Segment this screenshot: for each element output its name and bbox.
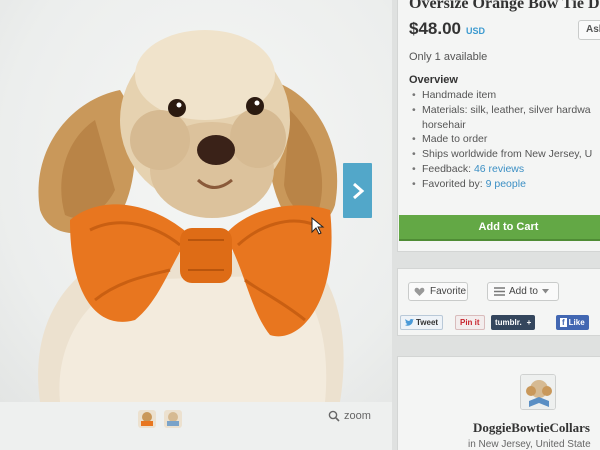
facebook-f-icon: f	[560, 318, 567, 327]
shop-avatar[interactable]	[520, 374, 556, 410]
twitter-bird-icon	[405, 318, 414, 326]
image-gallery: zoom	[0, 0, 392, 450]
facebook-like-button[interactable]: f Like	[556, 315, 589, 330]
overview-item-made-to-order: Made to order	[409, 132, 600, 147]
currency: USD	[466, 26, 486, 36]
overview-item-materials-cont: horsehair	[422, 118, 466, 131]
favorite-label: Favorite	[430, 286, 467, 297]
favorited-people-link[interactable]: 9 people	[486, 178, 526, 190]
dog-with-bow-image	[38, 30, 344, 402]
add-to-label: Add to	[509, 286, 538, 297]
price: $48.00	[409, 19, 461, 38]
zoom-button[interactable]: zoom	[328, 410, 371, 422]
shop-location: in New Jersey, United State	[468, 439, 591, 450]
like-label: Like	[568, 318, 585, 327]
thumbnail-2[interactable]	[164, 410, 182, 428]
chevron-right-icon	[352, 182, 364, 199]
reviews-link[interactable]: 46 reviews	[474, 163, 524, 175]
shop-name-link[interactable]: DoggieBowtieCollars	[473, 420, 590, 436]
ask-question-button[interactable]: Ask	[578, 20, 600, 40]
availability-text: Only 1 available	[409, 51, 488, 63]
magnifier-icon	[328, 410, 340, 422]
list-icon	[494, 287, 505, 296]
feedback-label: Feedback:	[422, 162, 472, 175]
tumblr-label: tumblr.	[495, 318, 522, 327]
listing-title: Oversize Orange Bow Tie Dog	[409, 0, 600, 12]
plus-icon: +	[526, 318, 532, 327]
next-image-button[interactable]	[343, 163, 372, 218]
overview-item-handmade: Handmade item	[409, 88, 600, 103]
thumbnail-strip	[138, 410, 182, 428]
overview-item-materials: Materials: silk, leather, silver hardwa	[409, 103, 600, 118]
overview-list: Handmade item Materials: silk, leather, …	[409, 88, 600, 192]
favorited-label: Favorited by:	[422, 177, 483, 190]
buy-box: Oversize Orange Bow Tie Dog $48.00 USD A…	[397, 0, 600, 252]
add-to-cart-button[interactable]: Add to Cart	[399, 215, 600, 241]
add-to-list-button[interactable]: Add to	[487, 282, 559, 301]
zoom-label: zoom	[344, 410, 371, 422]
overview-item-ships: Ships worldwide from New Jersey, U	[409, 147, 600, 162]
tweet-button[interactable]: Tweet	[400, 315, 444, 330]
overview-heading: Overview	[409, 74, 458, 86]
tweet-label: Tweet	[416, 318, 439, 327]
heart-icon	[414, 287, 425, 296]
favorite-button[interactable]: Favorite	[408, 282, 468, 301]
listing-sidebar: Oversize Orange Bow Tie Dog $48.00 USD A…	[392, 0, 600, 450]
shop-box: DoggieBowtieCollars in New Jersey, Unite…	[397, 356, 600, 450]
shop-avatar-image	[521, 375, 555, 409]
overview-item-feedback: Feedback: 46 reviews	[409, 162, 600, 177]
overview-item-favorited: Favorited by: 9 people	[409, 177, 600, 192]
price-row: $48.00 USD	[409, 19, 485, 39]
thumbnail-1[interactable]	[138, 410, 156, 428]
tumblr-button[interactable]: tumblr. +	[491, 315, 536, 330]
social-box: Favorite Add to Tweet Pin it tumblr. + f…	[397, 268, 600, 336]
product-photo[interactable]	[0, 0, 392, 402]
pinit-button[interactable]: Pin it	[455, 315, 485, 330]
caret-down-icon	[541, 289, 549, 294]
